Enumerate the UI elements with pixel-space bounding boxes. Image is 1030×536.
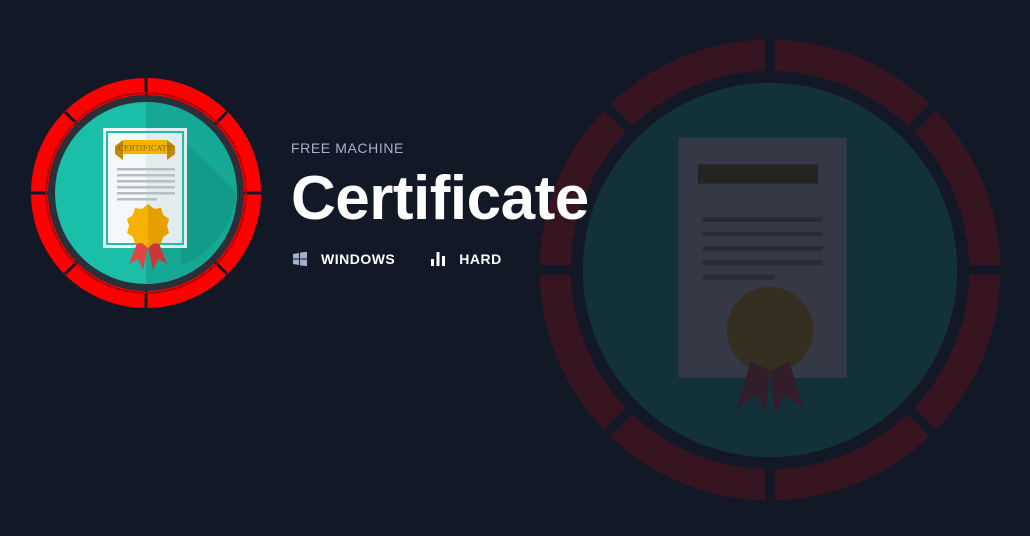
difficulty-label: HARD (459, 251, 502, 267)
windows-icon (291, 250, 309, 268)
certificate-icon: CERTIFICATE (31, 78, 261, 308)
machine-meta: WINDOWS HARD (291, 250, 589, 268)
os-label: WINDOWS (321, 251, 396, 267)
machine-eyebrow: FREE MACHINE (291, 140, 404, 156)
difficulty-tag: HARD (429, 250, 501, 268)
difficulty-bars-icon (429, 250, 447, 268)
os-tag: WINDOWS (291, 250, 395, 268)
background-badge (534, 34, 1006, 506)
certificate-banner-text: CERTIFICATE (118, 144, 172, 153)
machine-info: FREE MACHINE Certificate WINDOWS HARD (291, 140, 589, 268)
machine-title: Certificate (291, 164, 589, 233)
